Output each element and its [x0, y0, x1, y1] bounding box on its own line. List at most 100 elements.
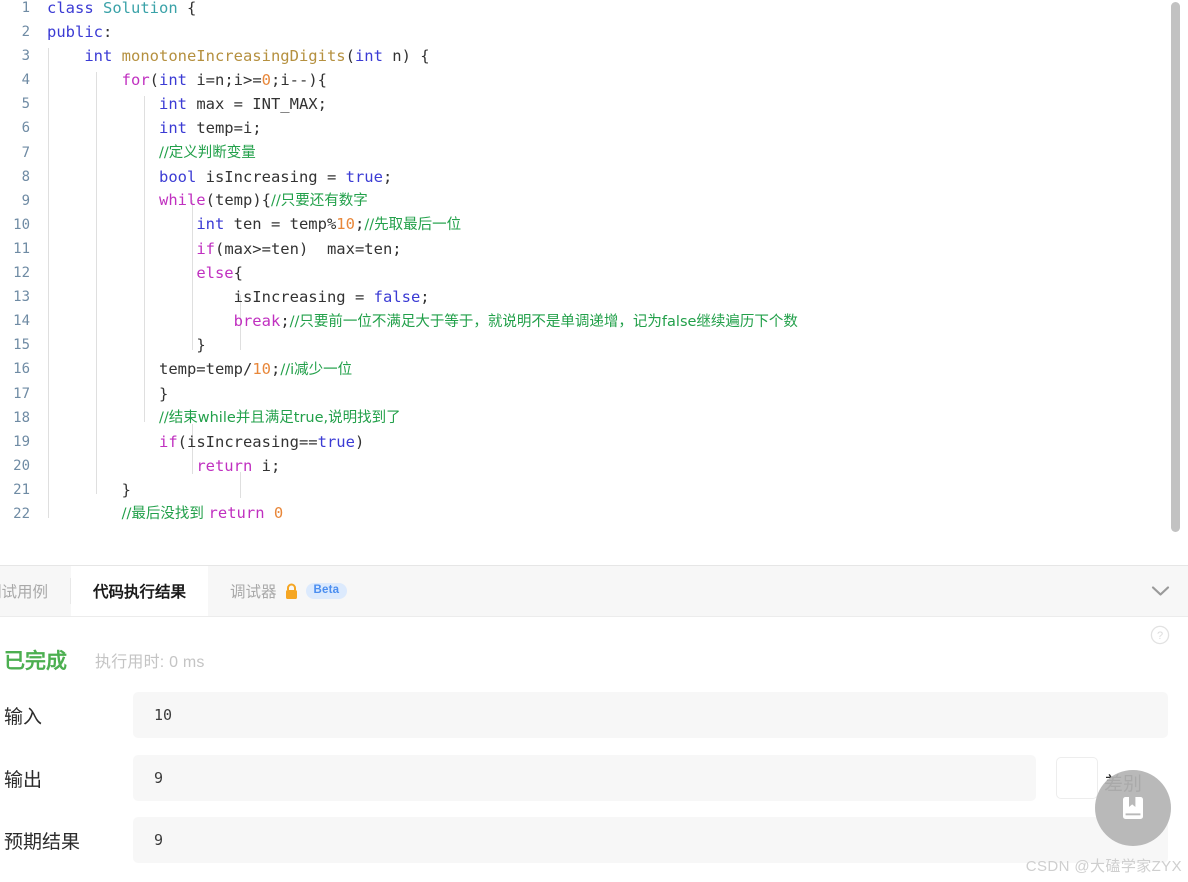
code-line[interactable]: 20 return i; — [0, 454, 1188, 478]
code-line[interactable]: 6 int temp=i; — [0, 116, 1188, 140]
code-line-text: if(max>=ten) max=ten; — [30, 237, 1188, 261]
line-number: 13 — [13, 289, 30, 306]
code-line[interactable]: 21 } — [0, 478, 1188, 502]
code-token: false — [373, 288, 421, 307]
code-token: public — [47, 23, 103, 42]
runtime-value: 0 ms — [169, 654, 205, 671]
code-line-text: } — [30, 382, 1188, 406]
code-token: { — [233, 264, 243, 283]
code-token: 10 — [336, 215, 355, 234]
question-circle-icon[interactable]: ? — [1150, 625, 1170, 650]
lock-icon — [284, 583, 299, 600]
tab-result-label: 代码执行结果 — [93, 584, 187, 601]
code-line[interactable]: 22 //最后没找到 return 0 — [0, 502, 1188, 526]
output-field[interactable]: 9 — [133, 755, 1036, 801]
code-token: for — [121, 71, 150, 90]
code-line[interactable]: 15 } — [0, 333, 1188, 357]
code-token: //定义判断变量 — [158, 145, 256, 162]
book-icon-button[interactable] — [1095, 770, 1171, 846]
code-line[interactable]: 5 int max = INT_MAX; — [0, 92, 1188, 116]
input-field[interactable]: 10 — [133, 692, 1168, 738]
line-number: 7 — [21, 144, 30, 161]
code-token: return — [196, 456, 253, 475]
code-line-text: //定义判断变量 — [30, 140, 1188, 165]
tab-result[interactable]: 代码执行结果 — [71, 566, 209, 616]
io-row-output: 输出 9 — [0, 755, 1188, 801]
code-line[interactable]: 1 class Solution { — [0, 0, 1188, 20]
console-tabbar: 测试用例 代码执行结果 调试器 Beta — [0, 566, 1188, 617]
line-number: 12 — [13, 265, 30, 282]
line-number: 3 — [21, 48, 30, 65]
code-line[interactable]: 16 temp=temp/10;//i减少一位 — [0, 357, 1188, 381]
code-line[interactable]: 12 else{ — [0, 261, 1188, 285]
code-editor[interactable]: 1 class Solution {2 public: 3 int monotoneI… — [0, 0, 1188, 566]
diff-checkbox[interactable] — [1056, 757, 1098, 799]
tab-testcase-label: 测试用例 — [0, 584, 49, 601]
editor-scrollbar-thumb[interactable] — [1171, 2, 1180, 532]
code-line[interactable]: 2 public: — [0, 20, 1188, 44]
line-number: 15 — [13, 337, 30, 354]
code-token: { — [187, 0, 197, 17]
code-token: isIncreasing = — [233, 288, 374, 307]
code-token: //最后没找到 — [121, 506, 209, 523]
line-number: 20 — [13, 457, 30, 474]
code-token: max = INT_MAX; — [186, 95, 327, 114]
code-token: (temp){ — [205, 191, 271, 210]
result-header: 已完成 执行用时: 0 ms — [0, 645, 1188, 675]
code-line-text: //最后没找到 return 0 — [30, 501, 1188, 526]
line-number: 19 — [13, 433, 30, 450]
code-line[interactable]: 14 break;//只要前一位不满足大于等于，就说明不是单调递增，记为fals… — [0, 309, 1188, 333]
code-line[interactable]: 13 isIncreasing = false; — [0, 285, 1188, 309]
code-token: ( — [345, 47, 355, 66]
code-line[interactable]: 10 int ten = temp%10;//先取最后一位 — [0, 213, 1188, 237]
code-line-text: int monotoneIncreasingDigits(int n) { — [30, 44, 1188, 68]
code-token: class — [47, 0, 103, 17]
code-line[interactable]: 9 while(temp){//只要还有数字 — [0, 189, 1188, 213]
line-number: 22 — [13, 505, 30, 522]
code-line-text: return i; — [30, 454, 1188, 478]
line-number: 17 — [13, 385, 30, 402]
code-line-text: while(temp){//只要还有数字 — [30, 188, 1188, 213]
code-line-text: int ten = temp%10;//先取最后一位 — [30, 212, 1188, 237]
code-token: true — [317, 432, 355, 451]
expected-field[interactable]: 9 — [133, 817, 1168, 863]
code-line-text: else{ — [30, 261, 1188, 285]
line-number: 4 — [21, 72, 30, 89]
code-token: ( — [149, 71, 159, 90]
code-token: int — [354, 47, 383, 66]
tab-debugger[interactable]: 调试器 Beta — [208, 566, 369, 616]
code-line[interactable]: 3 int monotoneIncreasingDigits(int n) { — [0, 44, 1188, 68]
code-line-text: public: — [30, 20, 1188, 44]
code-token: 10 — [252, 359, 271, 378]
code-line-text: int max = INT_MAX; — [30, 92, 1188, 116]
code-token: int — [84, 47, 122, 66]
line-number: 1 — [21, 0, 30, 16]
code-token: temp=i; — [186, 119, 262, 138]
code-token: temp=temp/ — [158, 359, 253, 378]
code-line[interactable]: 4 for(int i=n;i>=0;i--){ — [0, 68, 1188, 92]
runtime-label: 执行用时: 0 ms — [95, 648, 205, 672]
tabbar-spacer — [369, 566, 1132, 616]
tab-testcase[interactable]: 测试用例 — [0, 566, 70, 616]
code-line[interactable]: 7 //定义判断变量 — [0, 141, 1188, 165]
chevron-down-icon[interactable] — [1132, 566, 1188, 616]
svg-text:?: ? — [1157, 630, 1163, 642]
code-token: return — [208, 504, 265, 523]
code-token: Solution — [103, 0, 187, 17]
code-line[interactable]: 11 if(max>=ten) max=ten; — [0, 237, 1188, 261]
code-line[interactable]: 18 //结束while并且满足true,说明找到了 — [0, 406, 1188, 430]
code-line[interactable]: 8 bool isIncreasing = true; — [0, 165, 1188, 189]
code-line[interactable]: 19 if(isIncreasing==true) — [0, 430, 1188, 454]
code-token: } — [158, 384, 169, 403]
code-line[interactable]: 17 } — [0, 382, 1188, 406]
code-line-text: if(isIncreasing==true) — [30, 430, 1188, 454]
io-row-input: 输入 10 — [0, 692, 1188, 738]
editor-scrollbar-track[interactable] — [1171, 0, 1184, 566]
